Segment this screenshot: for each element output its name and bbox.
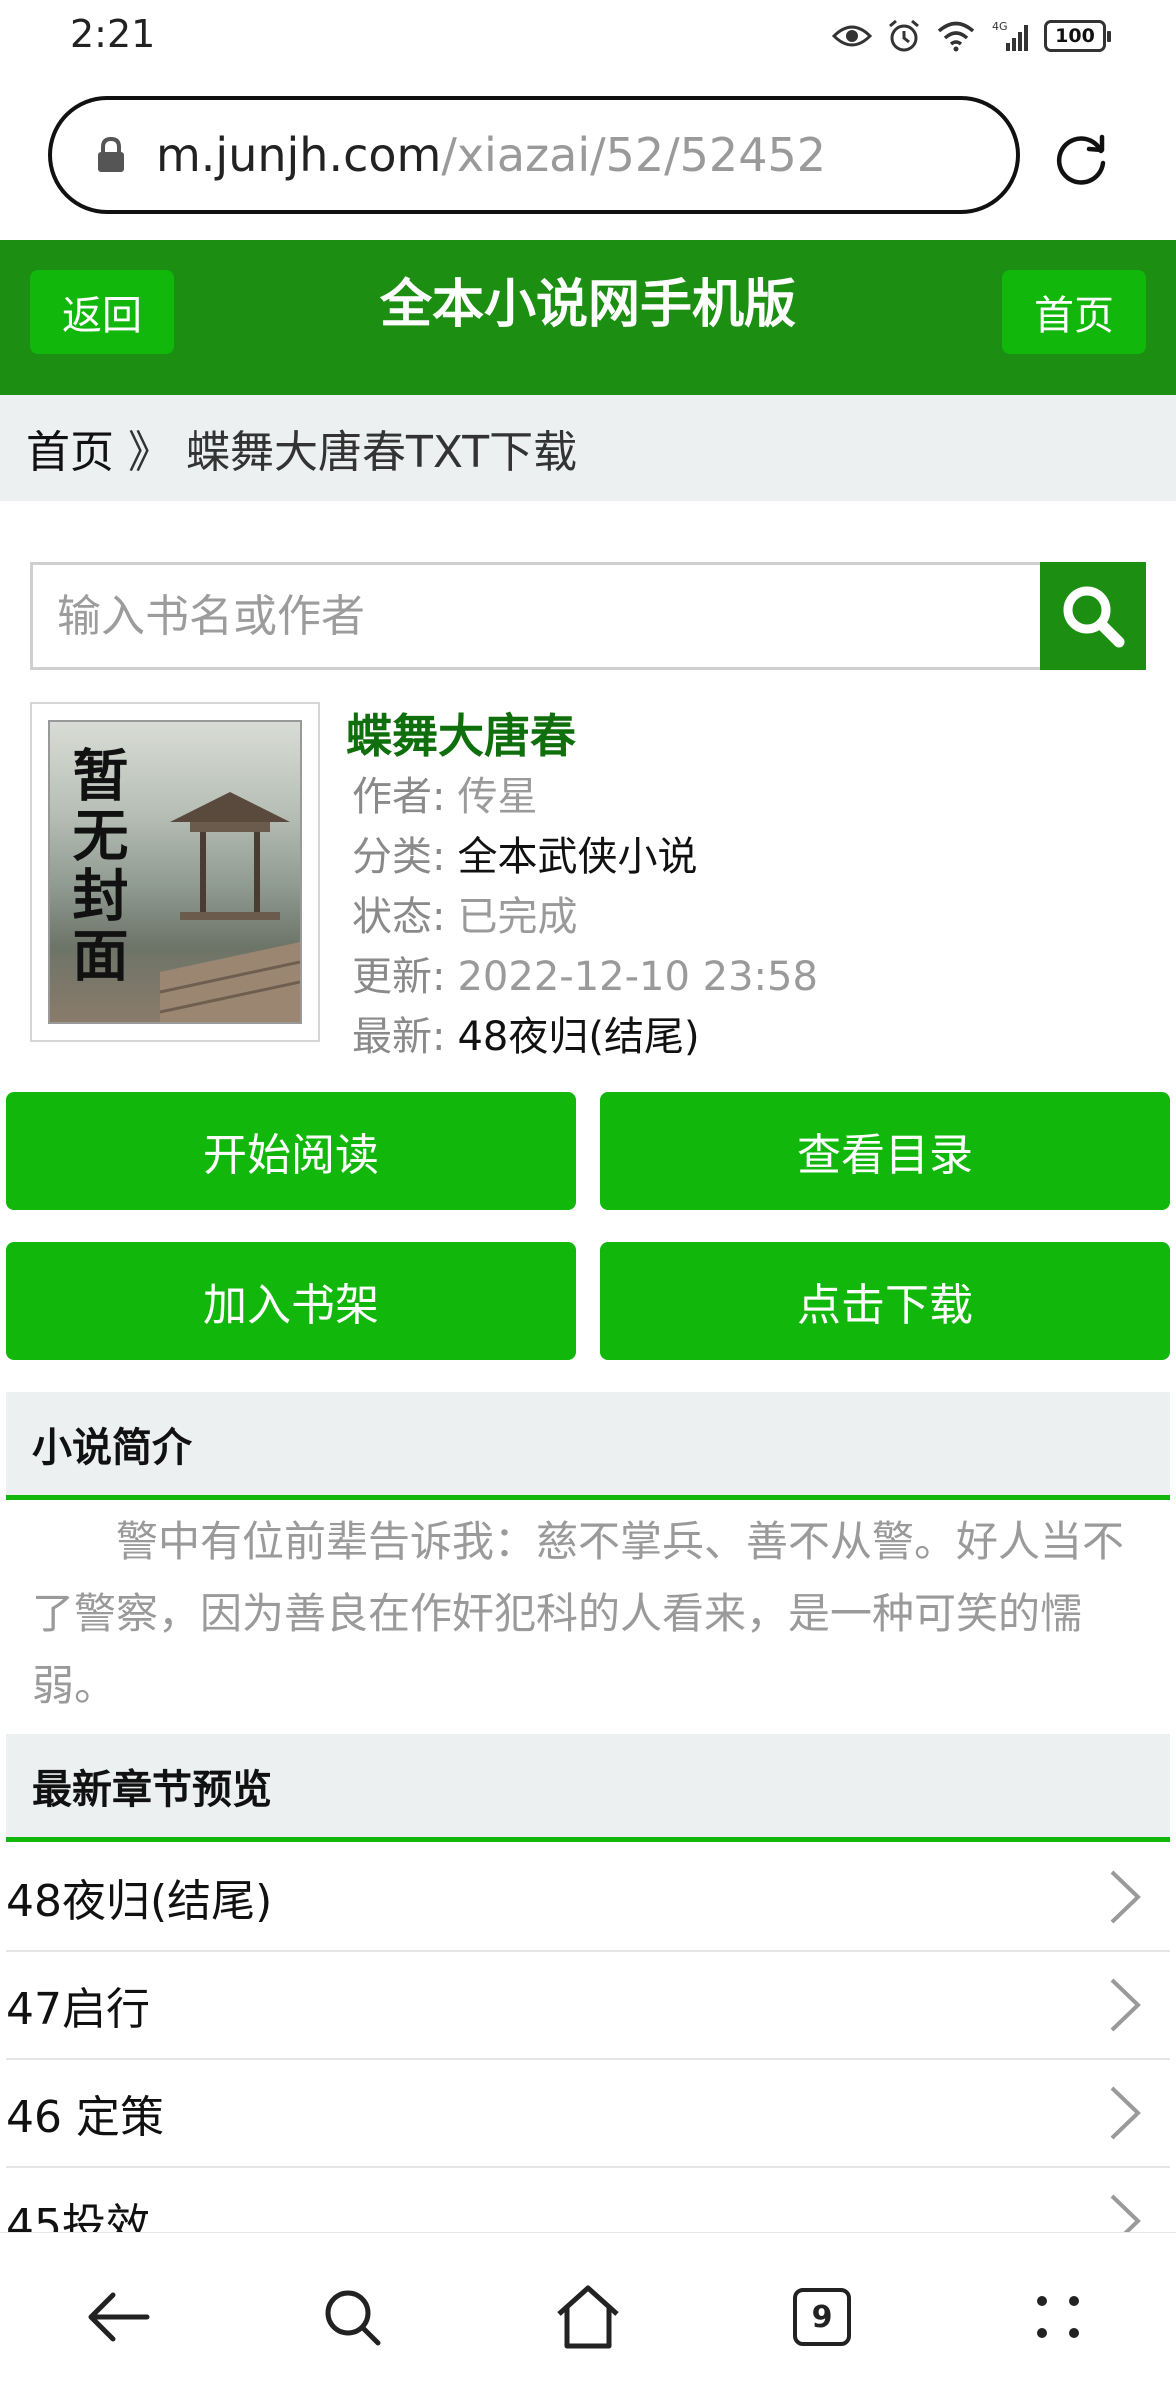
battery-icon: 100: [1044, 20, 1111, 52]
latest-label: 最新:: [352, 1014, 446, 1060]
nav-menu-button[interactable]: [1018, 2277, 1098, 2357]
chapter-list: 48夜归(结尾) 47启行 46 定策 45投效: [6, 1844, 1170, 2276]
status-time: 2:21: [70, 12, 156, 56]
status-row: 状态: 已完成: [352, 884, 577, 942]
home-icon: [557, 2285, 619, 2349]
chapter-title: 46 定策: [6, 2092, 164, 2143]
reload-icon: [1056, 134, 1106, 185]
tab-count-icon: 9: [793, 2288, 851, 2346]
cover-image: 暂无封面: [48, 720, 302, 1024]
book-cover[interactable]: 暂无封面: [30, 702, 320, 1042]
bottom-nav: 9: [0, 2232, 1176, 2400]
author-label: 作者:: [352, 774, 446, 820]
nav-back-button[interactable]: [78, 2277, 158, 2357]
status-value: 已完成: [457, 894, 578, 940]
start-reading-button[interactable]: 开始阅读: [6, 1092, 576, 1210]
updated-row: 更新: 2022-12-10 23:58: [352, 944, 818, 1002]
updated-value: 2022-12-10 23:58: [457, 954, 818, 1000]
network-type-label: 4G: [992, 20, 1008, 33]
breadcrumb-current: 蝶舞大唐春TXT下载: [186, 427, 578, 478]
category-link[interactable]: 全本武侠小说: [457, 834, 697, 880]
signal-icon: 4G: [992, 20, 1028, 51]
category-row: 分类: 全本武侠小说: [352, 824, 697, 882]
eye-icon: [832, 25, 872, 47]
view-toc-button[interactable]: 查看目录: [600, 1092, 1170, 1210]
chapter-row[interactable]: 47启行: [6, 1952, 1170, 2060]
latest-row: 最新: 48夜归(结尾): [352, 1004, 700, 1062]
home-button[interactable]: 首页: [1002, 270, 1146, 354]
nav-tabs-button[interactable]: 9: [782, 2277, 862, 2357]
search-icon: [325, 2290, 381, 2346]
nav-home-button[interactable]: [548, 2277, 628, 2357]
author-value: 传星: [457, 774, 538, 820]
site-title: 全本小说网手机版: [379, 275, 796, 335]
dots-menu-icon: [1037, 2296, 1079, 2338]
status-bar: 2:21 4G 100: [0, 0, 1176, 72]
updated-label: 更新:: [352, 954, 446, 1000]
chevron-right-icon: [1100, 1868, 1150, 1926]
nav-search-button[interactable]: [312, 2277, 392, 2357]
breadcrumb: 首页 》 蝶舞大唐春TXT下载: [0, 395, 1176, 501]
breadcrumb-home-link[interactable]: 首页: [26, 416, 114, 480]
intro-heading: 小说简介: [6, 1392, 1170, 1500]
author-row: 作者: 传星: [352, 764, 537, 822]
intro-text: 警中有位前辈告诉我：慈不掌兵、善不从警。好人当不了警察，因为善良在作奸犯科的人看…: [32, 1517, 1125, 1710]
wifi-icon: [937, 21, 975, 52]
category-label: 分类:: [352, 834, 446, 880]
cover-text: 暂无封面: [63, 746, 128, 986]
chevron-right-icon: [1100, 1976, 1150, 2034]
add-to-shelf-button[interactable]: 加入书架: [6, 1242, 576, 1360]
book-title: 蝶舞大唐春: [346, 709, 576, 763]
latest-chapters-heading: 最新章节预览: [6, 1734, 1170, 1842]
latest-chapter-link[interactable]: 48夜归(结尾): [457, 1014, 699, 1060]
site-header: 返回 全本小说网手机版 首页: [0, 240, 1176, 395]
status-icons: 4G 100: [832, 14, 1111, 58]
status-label: 状态:: [352, 894, 446, 940]
url-text[interactable]: m.junjh.com/xiazai/52/52452: [156, 128, 826, 182]
search-input[interactable]: [30, 562, 1042, 670]
breadcrumb-separator: 》: [128, 427, 172, 478]
lock-icon[interactable]: [96, 135, 126, 175]
url-host: m.junjh.com: [156, 128, 442, 182]
reload-button[interactable]: [1046, 124, 1116, 194]
url-path: /xiazai/52/52452: [441, 128, 826, 182]
chapter-row[interactable]: 48夜归(结尾): [6, 1844, 1170, 1952]
chevron-right-icon: [1100, 2084, 1150, 2142]
search-button[interactable]: [1040, 562, 1146, 670]
chapter-title: 48夜归(结尾): [6, 1876, 273, 1927]
arrow-left-icon: [88, 2292, 150, 2342]
chapter-row[interactable]: 46 定策: [6, 2060, 1170, 2168]
chapter-title: 47启行: [6, 1984, 150, 2035]
address-bar[interactable]: m.junjh.com/xiazai/52/52452: [48, 96, 1020, 214]
search-icon: [1063, 586, 1125, 648]
pavilion-illustration: [160, 792, 300, 1022]
download-button[interactable]: 点击下载: [600, 1242, 1170, 1360]
alarm-icon: [889, 19, 919, 52]
